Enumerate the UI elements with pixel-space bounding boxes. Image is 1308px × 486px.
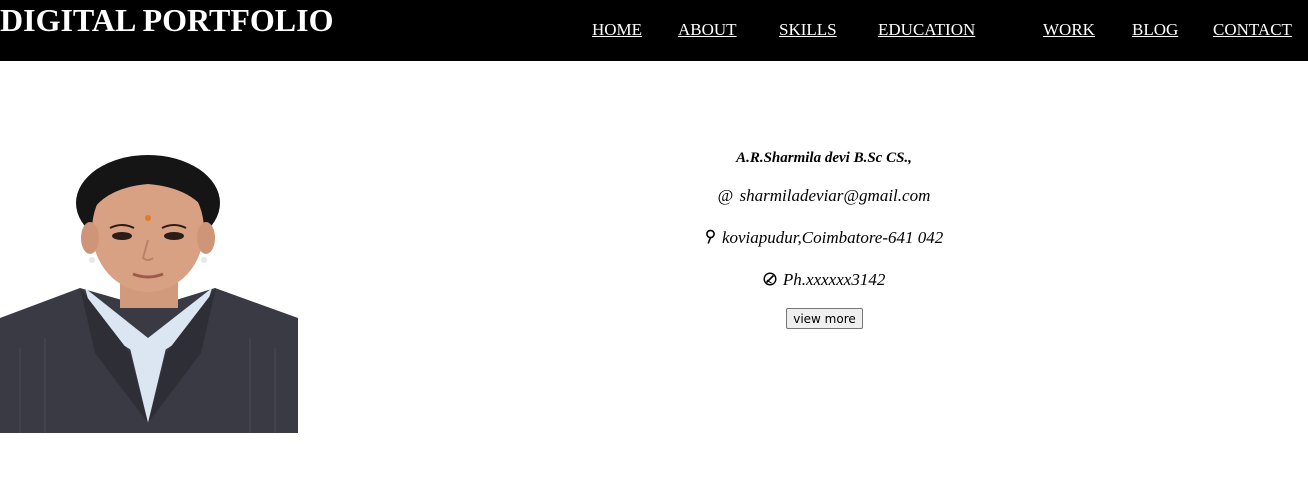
phone-text: Ph.xxxxxx3142	[782, 270, 886, 289]
nav-link-about[interactable]: ABOUT	[678, 20, 737, 40]
email-text: sharmiladeviar@gmail.com	[739, 186, 931, 205]
location-pin-icon	[705, 227, 716, 249]
phone-row: Ph.xxxxxx3142	[624, 269, 1024, 291]
nav-link-skills[interactable]: SKILLS	[779, 20, 837, 40]
location-row: koviapudur,Coimbatore-641 042	[624, 227, 1024, 249]
nav-link-education[interactable]: EDUCATION	[878, 20, 975, 40]
nav-link-contact[interactable]: CONTACT	[1213, 20, 1292, 40]
profile-photo-illustration	[0, 155, 298, 433]
nav-link-work[interactable]: WORK	[1043, 20, 1095, 40]
nav-link-home[interactable]: HOME	[592, 20, 642, 40]
email-row: @ sharmiladeviar@gmail.com	[624, 185, 1024, 207]
profile-name: A.R.Sharmila devi B.Sc CS.,	[736, 150, 912, 166]
site-title: DIGITAL PORTFOLIO	[0, 2, 334, 38]
location-text: koviapudur,Coimbatore-641 042	[721, 228, 944, 247]
nav-link-blog[interactable]: BLOG	[1132, 20, 1178, 40]
phone-icon	[763, 269, 777, 291]
at-icon: @	[717, 186, 734, 205]
view-more-button[interactable]: view more	[786, 308, 863, 329]
top-navigation-bar: DIGITAL PORTFOLIO HOME ABOUT SKILLS EDUC…	[0, 0, 1308, 61]
profile-photo	[0, 148, 298, 433]
